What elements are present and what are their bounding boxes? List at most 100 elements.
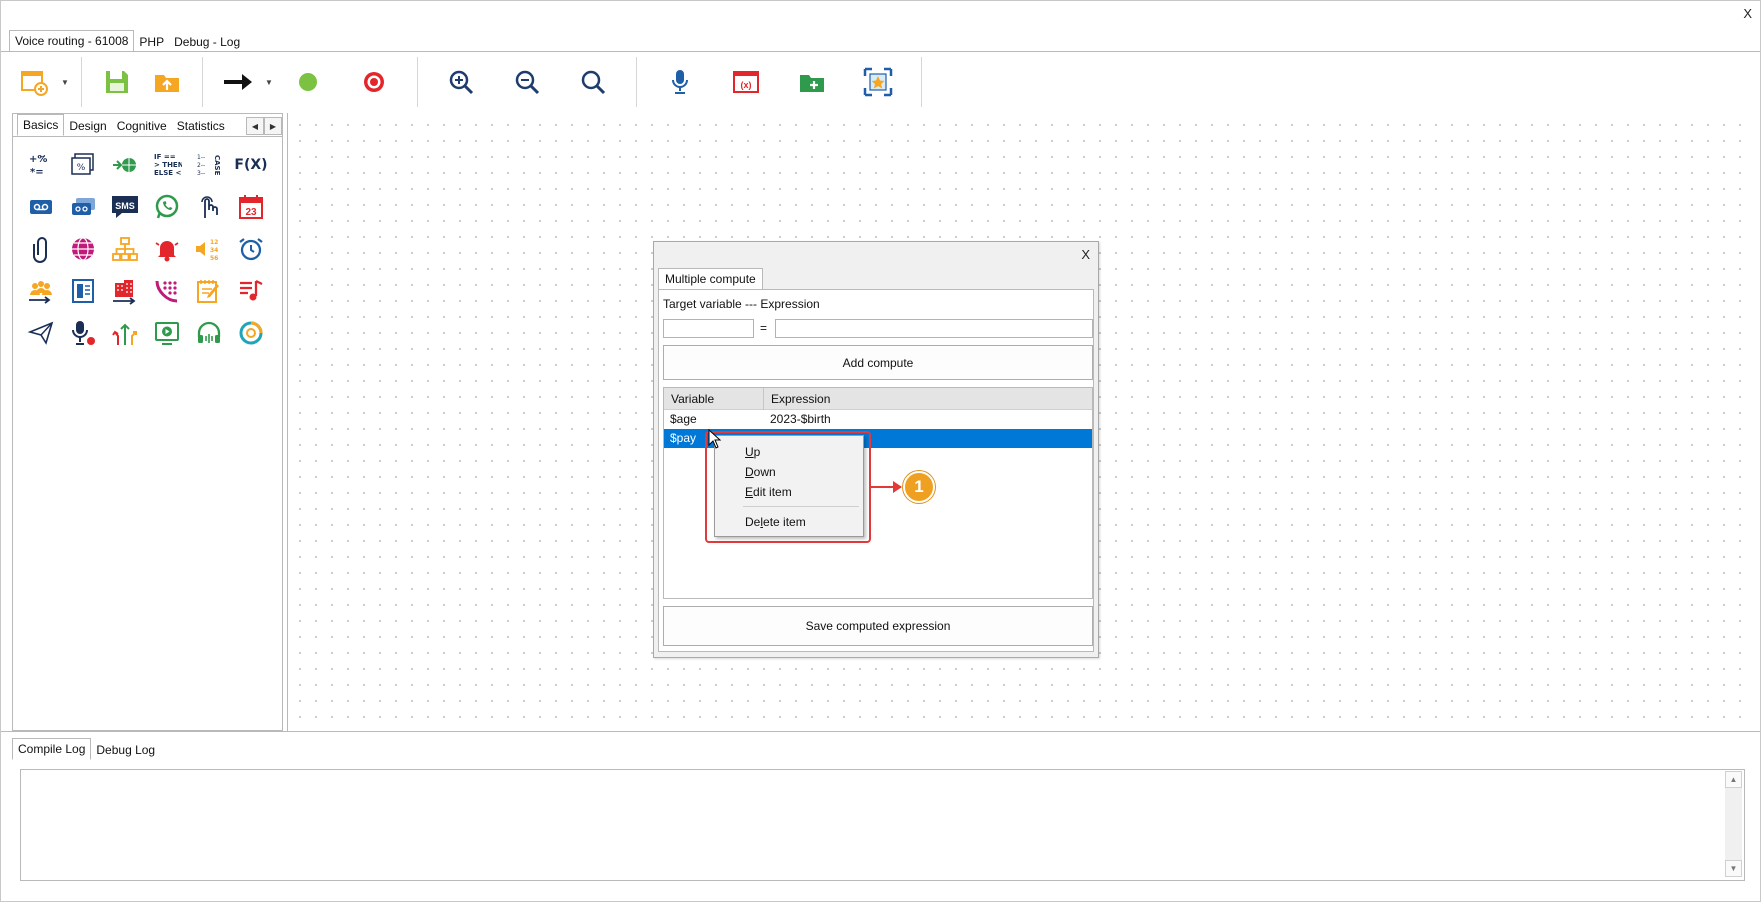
favorite-select-button[interactable] — [845, 57, 911, 107]
tab-debug-log[interactable]: Debug - Log — [169, 32, 245, 52]
add-folder-button[interactable] — [779, 57, 845, 107]
context-menu: Up Down Edit item Delete item — [714, 435, 864, 537]
palette-tabs: Basics Design Cognitive Statistics — [17, 114, 230, 136]
save-button[interactable] — [92, 57, 142, 107]
send-icon[interactable] — [20, 312, 62, 354]
queue-agents-icon[interactable] — [20, 270, 62, 312]
scroll-left-button[interactable]: ◀ — [246, 117, 264, 135]
upload-button[interactable] — [142, 57, 192, 107]
svg-text:−: − — [39, 152, 46, 161]
new-flow-button[interactable] — [9, 57, 59, 107]
menu-item-edit[interactable]: Edit item — [745, 485, 792, 499]
microphone-button[interactable] — [647, 57, 713, 107]
zoom-reset-icon — [581, 70, 606, 95]
sms-label: SMS — [115, 201, 135, 211]
tab-basics[interactable]: Basics — [17, 114, 65, 136]
toolbar-separator — [417, 57, 418, 107]
add-folder-icon — [800, 75, 824, 92]
tab-php[interactable]: PHP — [134, 32, 169, 52]
application-window: X Voice routing - 61008 PHP Debug - Log … — [0, 0, 1761, 902]
node-palette: Basics Design Cognitive Statistics ◀ ▶ +… — [12, 113, 283, 731]
window-close-button[interactable]: X — [1743, 6, 1752, 21]
web-icon[interactable] — [62, 228, 104, 270]
menu-item-up[interactable]: Up — [745, 445, 760, 459]
toolbar-separator — [921, 57, 922, 107]
fx-icon[interactable]: F(X) — [230, 144, 272, 186]
if-then-else-icon[interactable]: IF == > THEN ELSE < — [146, 144, 188, 186]
paperclip-icon[interactable] — [20, 228, 62, 270]
record-icon — [364, 72, 384, 92]
target-variable-input[interactable] — [663, 319, 754, 338]
menu-item-down-label: own — [753, 465, 776, 479]
headset-icon[interactable] — [188, 312, 230, 354]
save-computed-expression-button[interactable]: Save computed expression — [663, 606, 1093, 646]
recycle-icon[interactable] — [230, 312, 272, 354]
scroll-down-icon[interactable]: ▼ — [1725, 860, 1742, 877]
menu-item-delete[interactable]: Delete item — [745, 515, 806, 529]
dialpad-icon[interactable] — [146, 270, 188, 312]
tab-statistics[interactable]: Statistics — [172, 116, 230, 136]
connect-arrow-button[interactable] — [213, 57, 263, 107]
touch-finger-icon[interactable] — [188, 186, 230, 228]
phone-book-icon[interactable] — [62, 270, 104, 312]
tab-cognitive[interactable]: Cognitive — [112, 116, 172, 136]
favorite-select-icon — [863, 67, 893, 97]
column-header-expression[interactable]: Expression — [764, 388, 1092, 410]
zoom-out-button[interactable] — [494, 57, 560, 107]
globe-link-icon[interactable] — [104, 144, 146, 186]
calendar-icon[interactable]: 23 — [230, 186, 272, 228]
whatsapp-icon[interactable] — [146, 186, 188, 228]
scroll-right-button[interactable]: ▶ — [264, 117, 282, 135]
arrow-dropdown[interactable]: ▼ — [263, 57, 275, 107]
log-output[interactable] — [20, 769, 1745, 881]
note-edit-icon[interactable] — [188, 270, 230, 312]
column-header-variable[interactable]: Variable — [664, 388, 764, 410]
route-split-icon[interactable] — [104, 312, 146, 354]
zoom-in-button[interactable] — [428, 57, 494, 107]
tab-design[interactable]: Design — [64, 116, 111, 136]
tab-compile-log[interactable]: Compile Log — [12, 738, 92, 760]
variables-button[interactable]: (x) — [713, 57, 779, 107]
tab-debug-log[interactable]: Debug Log — [91, 740, 160, 760]
record-button[interactable] — [341, 57, 407, 107]
menu-item-edit-label: dit item — [753, 485, 792, 499]
speak-numbers-icon[interactable]: 12 34 56 — [188, 228, 230, 270]
zoom-reset-button[interactable] — [560, 57, 626, 107]
voicemail-icon[interactable] — [20, 186, 62, 228]
run-button[interactable] — [275, 57, 341, 107]
building-transfer-icon[interactable] — [104, 270, 146, 312]
new-flow-dropdown[interactable]: ▼ — [59, 57, 71, 107]
menu-item-down[interactable]: Down — [745, 465, 776, 479]
expression-input[interactable] — [775, 319, 1093, 338]
toolbar-separator — [202, 57, 203, 107]
table-row[interactable]: $age 2023-$birth — [664, 410, 1092, 429]
music-list-icon[interactable] — [230, 270, 272, 312]
tab-voice-routing[interactable]: Voice routing - 61008 — [9, 30, 135, 52]
svg-text:ELSE <: ELSE < — [154, 169, 182, 177]
sms-icon[interactable]: SMS — [104, 186, 146, 228]
voicemail-stack-icon[interactable] — [62, 186, 104, 228]
toolbar-separator — [81, 57, 82, 107]
variable-icon: (x) — [733, 71, 759, 93]
scroll-up-icon[interactable]: ▲ — [1725, 771, 1742, 788]
upload-icon — [155, 75, 179, 92]
log-scrollbar[interactable]: ▲ ▼ — [1725, 771, 1742, 877]
svg-text:IF ==: IF == — [154, 153, 176, 161]
alarm-clock-icon[interactable] — [230, 228, 272, 270]
tab-multiple-compute[interactable]: Multiple compute — [658, 268, 763, 291]
percent-stack-icon[interactable]: % — [62, 144, 104, 186]
svg-text:1--: 1-- — [197, 154, 205, 161]
play-media-icon[interactable] — [146, 312, 188, 354]
org-chart-icon[interactable] — [104, 228, 146, 270]
bell-icon[interactable] — [146, 228, 188, 270]
palette-icon-grid: +% − *= % IF == > THEN ELSE < 1-- 2-- 3-- CASE … — [20, 144, 272, 354]
math-operators-icon[interactable]: +% − *= — [20, 144, 62, 186]
zoom-in-icon — [449, 70, 474, 95]
record-mic-icon[interactable] — [62, 312, 104, 354]
case-icon[interactable]: 1-- 2-- 3-- CASE — [188, 144, 230, 186]
fx-label: F(X) — [234, 157, 268, 173]
add-compute-button[interactable]: Add compute — [663, 345, 1093, 380]
calendar-day-label: 23 — [245, 207, 257, 218]
document-tabs: Voice routing - 61008 PHP Debug - Log — [9, 30, 245, 52]
dialog-close-button[interactable]: X — [1081, 247, 1090, 262]
